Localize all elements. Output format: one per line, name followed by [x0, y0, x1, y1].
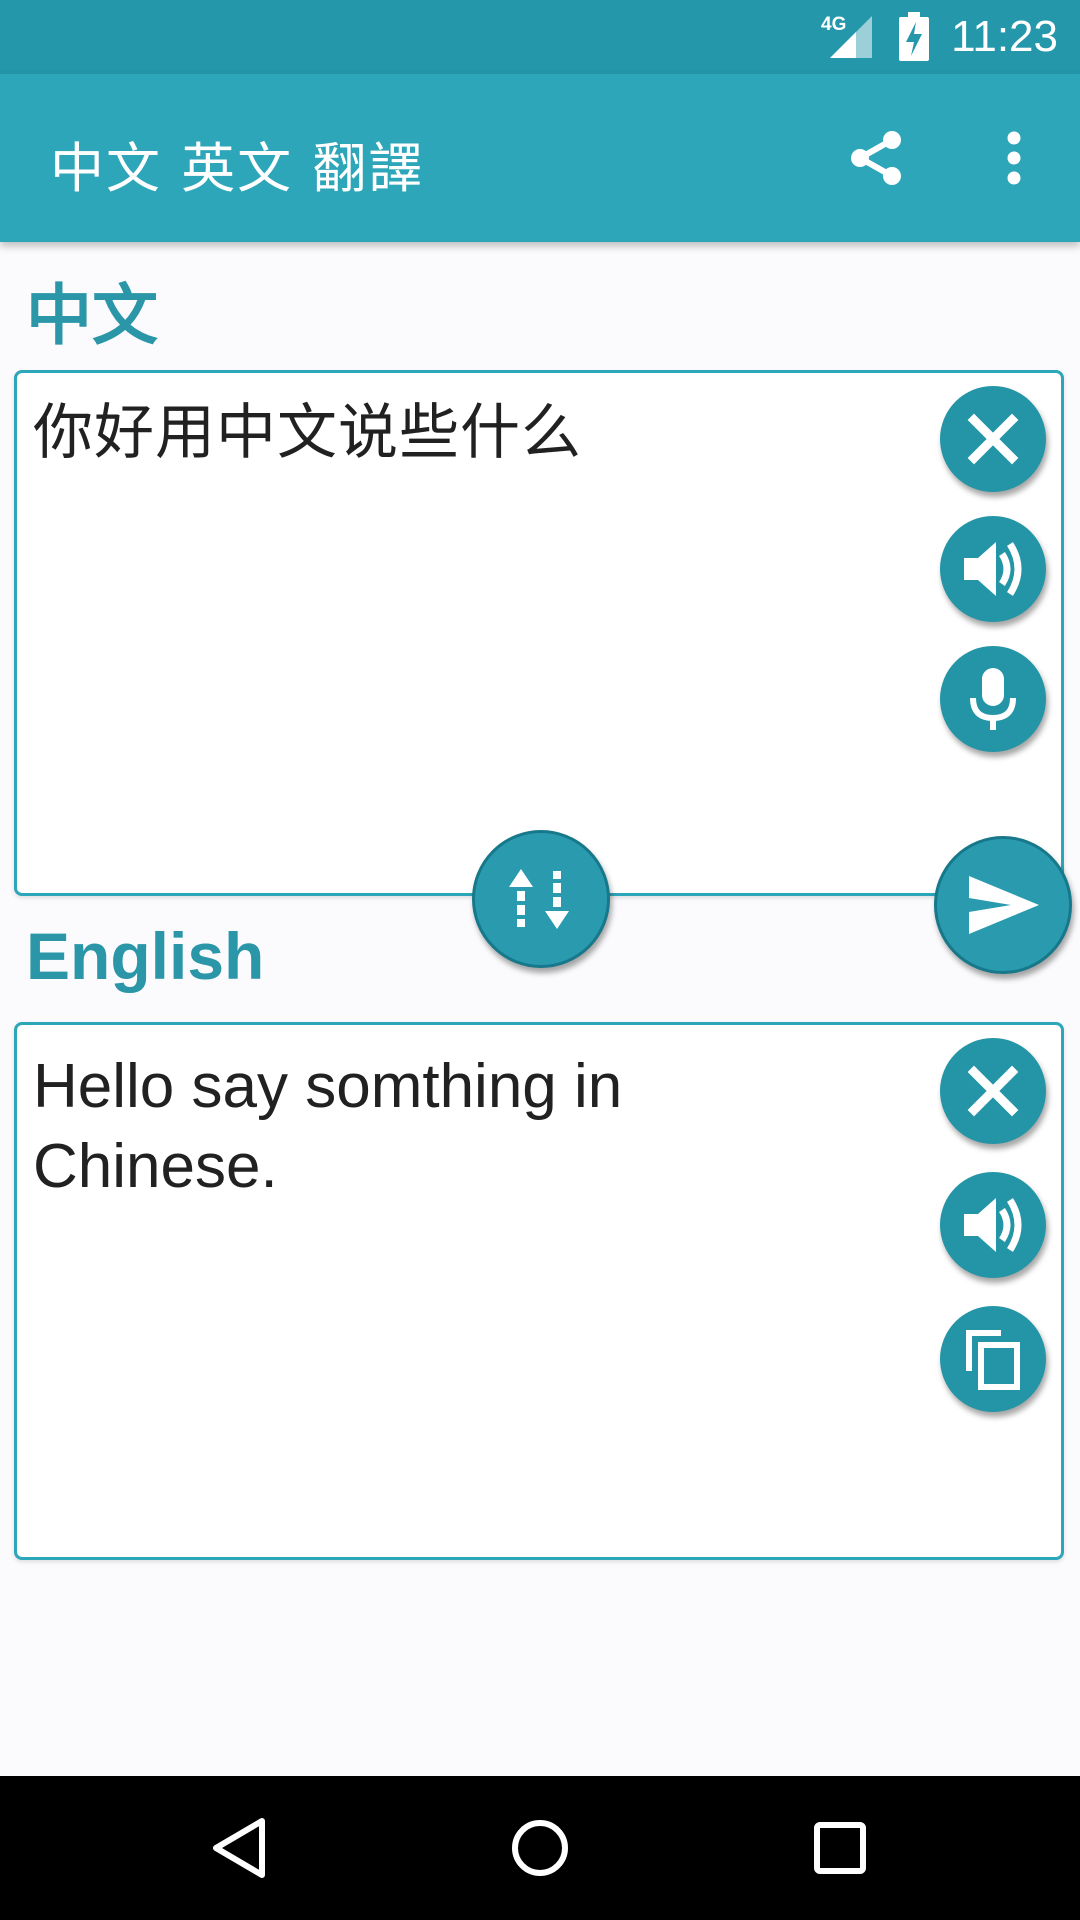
back-icon: [213, 1818, 265, 1878]
status-bar: 4G 11:23: [0, 0, 1080, 74]
home-button[interactable]: [490, 1798, 590, 1898]
target-speak-button[interactable]: [940, 1172, 1046, 1278]
clear-icon: [967, 413, 1019, 465]
signal-icon: [830, 16, 872, 58]
copy-icon: [966, 1330, 1020, 1390]
speaker-icon: [964, 1198, 1022, 1252]
battery-charging-icon: [899, 12, 929, 61]
target-text: Hello say somthing in Chinese.: [33, 1052, 623, 1201]
recents-button[interactable]: [790, 1798, 890, 1898]
home-icon: [512, 1820, 568, 1876]
app-title: 中文 英文 翻譯: [50, 137, 425, 200]
app-bar: 中文 英文 翻譯: [0, 74, 1080, 242]
microphone-icon: [970, 668, 1016, 730]
back-button[interactable]: [190, 1798, 290, 1898]
more-vert-icon: [1007, 131, 1021, 185]
navigation-bar: [0, 1776, 1080, 1920]
target-language-label: English: [26, 919, 265, 993]
swap-languages-button[interactable]: [472, 830, 610, 968]
clock: 11:23: [951, 12, 1058, 61]
translate-button[interactable]: [934, 836, 1072, 974]
swap-languages-icon: [509, 869, 569, 929]
overflow-menu-button[interactable]: [972, 116, 1056, 200]
source-speak-button[interactable]: [940, 516, 1046, 622]
share-button[interactable]: [834, 116, 918, 200]
source-text: 你好用中文说些什么: [33, 398, 582, 468]
source-voice-input-button[interactable]: [940, 646, 1046, 752]
share-icon: [851, 131, 901, 185]
speaker-icon: [964, 542, 1022, 596]
source-clear-button[interactable]: [940, 386, 1046, 492]
target-copy-button[interactable]: [940, 1306, 1046, 1412]
recents-icon: [814, 1822, 866, 1874]
target-clear-button[interactable]: [940, 1038, 1046, 1144]
target-text-field[interactable]: Hello say somthing in Chinese.: [14, 1022, 1064, 1560]
clear-icon: [967, 1065, 1019, 1117]
source-language-label: 中文: [26, 277, 158, 354]
send-icon: [969, 876, 1039, 934]
source-text-field[interactable]: 你好用中文说些什么: [14, 370, 1064, 896]
